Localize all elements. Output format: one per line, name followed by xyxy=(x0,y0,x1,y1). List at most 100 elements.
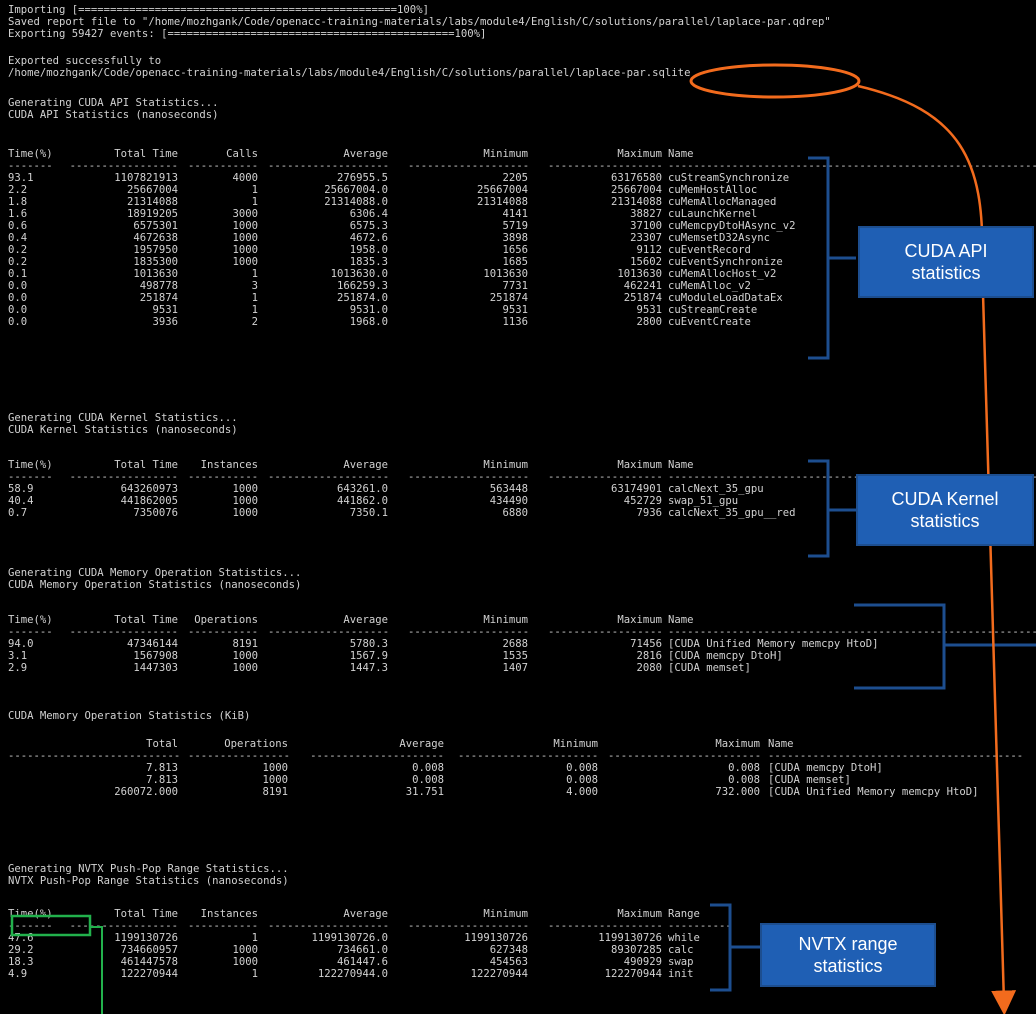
memop-cell: 94.0 xyxy=(8,638,34,650)
nvtx-cell: Instances xyxy=(200,908,258,920)
api-cell: 1136 xyxy=(502,316,528,328)
memkib-cell: 1000 xyxy=(262,774,288,786)
nvtx-cell: 734661.0 xyxy=(336,944,388,956)
api-cell: 21314088 xyxy=(126,196,178,208)
api-cell: 4141 xyxy=(502,208,528,220)
memkib-cell: Operations xyxy=(224,738,288,750)
kernel-cell: ------------------- xyxy=(408,471,530,483)
api-cell: 0.2 xyxy=(8,244,28,256)
api-cell: 3000 xyxy=(232,208,258,220)
kernel-cell: 643260973 xyxy=(120,483,178,495)
api-cell: 25667004 xyxy=(476,184,528,196)
api-generating-line: Generating CUDA API Statistics... xyxy=(8,97,219,109)
memop-cell: ------------------- xyxy=(268,626,390,638)
memop-cell: 2.9 xyxy=(8,662,28,674)
api-cell: 1 xyxy=(251,268,258,280)
nvtx-cell: 4.9 xyxy=(8,968,28,980)
nvtx-cell: 89307285 xyxy=(610,944,662,956)
memkib-cell: 0.008 xyxy=(728,774,760,786)
memkib-cell: Maximum xyxy=(715,738,760,750)
api-cell: ------------------ xyxy=(548,160,663,172)
memop-cell: Minimum xyxy=(483,614,528,626)
memop-cell: 47346144 xyxy=(126,638,178,650)
memop-cell: ------------------ xyxy=(548,626,663,638)
nvtx-cell: Average xyxy=(343,908,388,920)
api-cell: 9112 xyxy=(636,244,662,256)
memop-cell: Total Time xyxy=(114,614,178,626)
nvtx-cell: 1199130726 xyxy=(114,932,178,944)
api-cell: 276955.5 xyxy=(336,172,388,184)
nvtx-cell: Range xyxy=(668,908,700,920)
kernel-cell: 1000 xyxy=(232,483,258,495)
api-cell: 63176580 xyxy=(610,172,662,184)
nvtx-cell: 122270944 xyxy=(604,968,662,980)
api-cell: 0.0 xyxy=(8,292,28,304)
api-cell: 3 xyxy=(251,280,258,292)
memkib-cell: Name xyxy=(768,738,794,750)
export-progress-line: Exporting 59427 events: [===============… xyxy=(8,28,487,40)
nvtx-cell: ------------------- xyxy=(408,920,530,932)
api-cell: 1.8 xyxy=(8,196,28,208)
nvtx-cell: 627348 xyxy=(489,944,528,956)
api-cell: 6575.3 xyxy=(349,220,388,232)
memkib-cell: 8191 xyxy=(262,786,288,798)
memkib-cell: --------------------- xyxy=(310,750,444,762)
api-cell: cuMemAllocManaged xyxy=(668,196,777,208)
memkib-cell: [CUDA Unified Memory memcpy HtoD] xyxy=(768,786,979,798)
nvtx-cell: 1000 xyxy=(232,956,258,968)
sqlite-path-line: /home/mozhgank/Code/openacc-training-mat… xyxy=(8,67,691,79)
api-cell: 1000 xyxy=(232,256,258,268)
nvtx-cell: 1199130726 xyxy=(464,932,528,944)
memop-cell: 1447303 xyxy=(133,662,178,674)
memkib-cell: 0.008 xyxy=(566,762,598,774)
memkib-cell: [CUDA memset] xyxy=(768,774,851,786)
memkib-cell: 0.008 xyxy=(412,762,444,774)
kernel-cell: 1000 xyxy=(232,507,258,519)
memop-cell: 1567908 xyxy=(133,650,178,662)
memop-cell: ----------------------------------------… xyxy=(668,626,1036,638)
kernel-cell: 452729 xyxy=(623,495,662,507)
memop-cell: [CUDA Unified Memory memcpy HtoD] xyxy=(668,638,879,650)
memop-cell: 2816 xyxy=(636,650,662,662)
api-cell: 15602 xyxy=(630,256,662,268)
nvtx-cell: ----------- xyxy=(188,920,259,932)
kernel-cell: Name xyxy=(668,459,694,471)
api-cell: 21314088 xyxy=(476,196,528,208)
kernel-cell: ----------------- xyxy=(69,471,178,483)
api-cell: 2800 xyxy=(636,316,662,328)
api-cell: 9531 xyxy=(636,304,662,316)
kernel-cell: Time(%) xyxy=(8,459,53,471)
memkib-cell: 732.000 xyxy=(715,786,760,798)
api-cell: 25667004.0 xyxy=(324,184,388,196)
kernel-cell: 7350076 xyxy=(133,507,178,519)
nvtx-cell: 1 xyxy=(251,968,258,980)
nvtx-cell: 734660957 xyxy=(120,944,178,956)
api-cell: 1968.0 xyxy=(349,316,388,328)
memop-cell: Time(%) xyxy=(8,614,53,626)
kernel-cell: 7936 xyxy=(636,507,662,519)
api-cell: Minimum xyxy=(483,148,528,160)
api-cell: ----------------- xyxy=(69,160,178,172)
kernel-cell: 0.7 xyxy=(8,507,28,519)
api-cell: 37100 xyxy=(630,220,662,232)
memkib-cell: ---------------------------------------- xyxy=(768,750,1024,762)
memop-cell: Operations xyxy=(194,614,258,626)
api-cell: 1107821913 xyxy=(114,172,178,184)
memop-cell: Average xyxy=(343,614,388,626)
kernel-cell: 441862.0 xyxy=(336,495,388,507)
api-cell: 0.0 xyxy=(8,280,28,292)
memop-section-title: CUDA Memory Operation Statistics (nanose… xyxy=(8,579,302,591)
memop-cell: 2688 xyxy=(502,638,528,650)
kernel-cell: 40.4 xyxy=(8,495,34,507)
memkib-cell: 0.008 xyxy=(412,774,444,786)
api-cell: 1.6 xyxy=(8,208,28,220)
memop-cell: 1447.3 xyxy=(349,662,388,674)
nvtx-cell: ------------------- xyxy=(268,920,390,932)
memop-cell: 5780.3 xyxy=(349,638,388,650)
nvtx-callout: NVTX range statistics xyxy=(760,923,936,987)
memkib-cell: Minimum xyxy=(553,738,598,750)
nvtx-cell: 1199130726 xyxy=(598,932,662,944)
api-cell: 93.1 xyxy=(8,172,34,184)
api-cell: 21314088.0 xyxy=(324,196,388,208)
nvtx-cell: 1000 xyxy=(232,944,258,956)
